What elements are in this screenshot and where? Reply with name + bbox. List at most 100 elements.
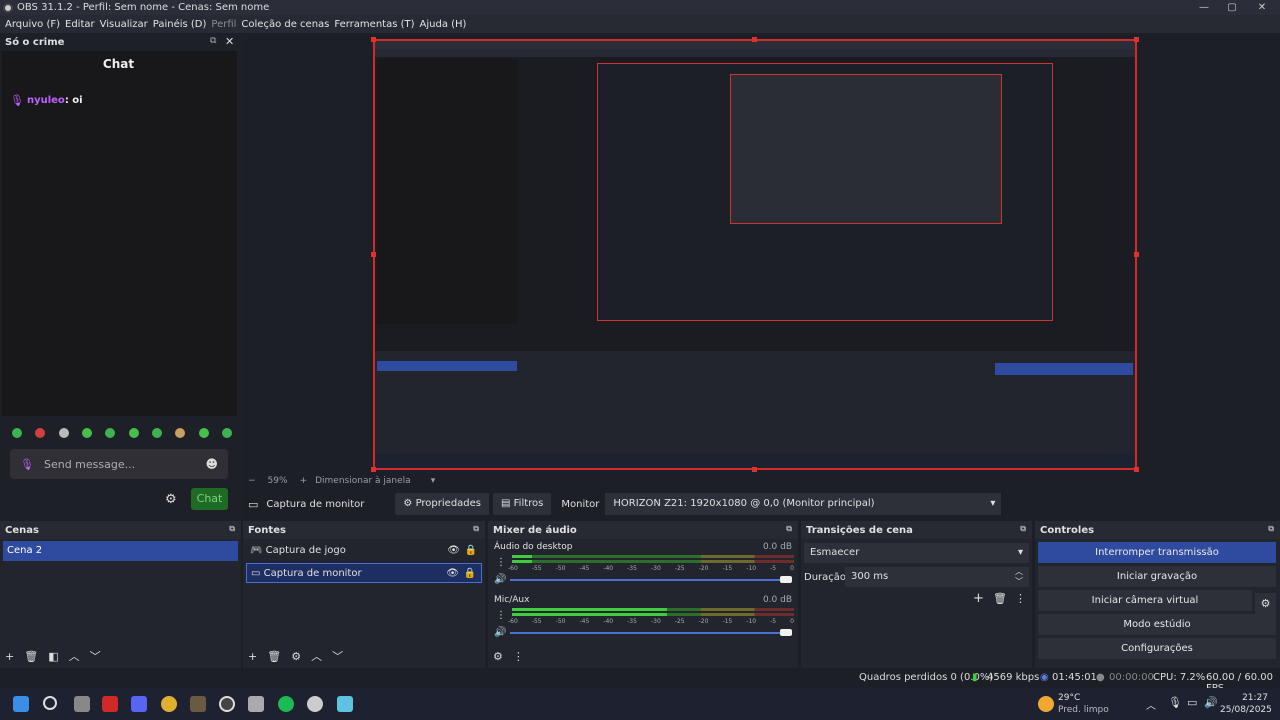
volume-icon[interactable]: 🔊 bbox=[1204, 696, 1218, 709]
emote-icon[interactable] bbox=[105, 428, 116, 438]
menu-scene-collection[interactable]: Coleção de cenas bbox=[241, 19, 329, 30]
channel-name: Áudio do desktop bbox=[494, 542, 573, 552]
move-up-icon[interactable]: ︿ bbox=[69, 648, 80, 664]
kebab-icon[interactable]: ⋮ bbox=[1015, 592, 1026, 605]
monitor-select[interactable]: HORIZON Z21: 1920x1080 @ 0,0 (Monitor pr… bbox=[605, 493, 1002, 515]
duration-spinbox[interactable]: 300 ms ︿ ﹀ bbox=[845, 567, 1029, 587]
stop-streaming-button[interactable]: Interromper transmissão bbox=[1038, 542, 1276, 563]
settings-button[interactable]: Configurações bbox=[1038, 638, 1276, 659]
menu-docks[interactable]: Painéis (D) bbox=[153, 19, 207, 30]
weather-icon[interactable] bbox=[1038, 696, 1054, 712]
studio-mode-button[interactable]: Modo estúdio bbox=[1038, 614, 1276, 635]
app-icon[interactable] bbox=[307, 696, 323, 712]
emote-icon[interactable] bbox=[151, 428, 162, 438]
close-button[interactable]: ✕ bbox=[1248, 0, 1276, 15]
trash-icon[interactable]: 🗑 bbox=[993, 592, 1007, 605]
float-icon[interactable]: ⧉ bbox=[1268, 524, 1274, 534]
advanced-audio-icon[interactable]: ⚙ bbox=[493, 650, 503, 663]
source-item[interactable]: ▭ Captura de monitor 👁 🔒 bbox=[246, 563, 482, 583]
maximize-button[interactable]: ▢ bbox=[1218, 0, 1246, 15]
eye-icon[interactable]: 👁 bbox=[447, 541, 460, 561]
search-icon[interactable] bbox=[43, 696, 57, 710]
volume-slider-knob[interactable] bbox=[780, 576, 792, 583]
move-down-icon[interactable]: ﹀ bbox=[90, 648, 101, 664]
trash-icon[interactable]: 🗑 bbox=[24, 650, 38, 663]
emoji-icon[interactable]: ☻ bbox=[205, 457, 218, 471]
chevron-down-icon[interactable]: ▾ bbox=[431, 476, 436, 486]
start-virtual-camera-button[interactable]: Iniciar câmera virtual bbox=[1038, 590, 1252, 611]
emote-icon[interactable] bbox=[198, 428, 209, 438]
gear-icon[interactable]: ⚙ bbox=[1255, 593, 1276, 614]
add-icon[interactable]: + bbox=[248, 650, 257, 663]
float-icon[interactable]: ⧉ bbox=[229, 524, 235, 534]
spotify-icon[interactable] bbox=[278, 696, 294, 712]
chat-send-button[interactable]: Chat bbox=[191, 488, 228, 510]
monitor-icon[interactable]: ▭ bbox=[1187, 696, 1197, 709]
emote-icon[interactable] bbox=[128, 428, 139, 438]
zoom-out-button[interactable]: − bbox=[248, 476, 256, 486]
chevron-down-icon[interactable]: ﹀ bbox=[1015, 572, 1023, 592]
chat-username[interactable]: nyuleo bbox=[27, 95, 65, 106]
trash-icon[interactable]: 🗑 bbox=[267, 650, 281, 663]
emote-icon[interactable] bbox=[81, 428, 92, 438]
float-icon[interactable]: ⧉ bbox=[473, 524, 479, 534]
amd-icon[interactable] bbox=[102, 696, 118, 712]
menu-profile[interactable]: Perfil bbox=[211, 19, 236, 30]
eye-icon[interactable]: 👁 bbox=[446, 564, 459, 584]
send-message-placeholder: Send message... bbox=[43, 457, 136, 471]
volume-slider-knob[interactable] bbox=[780, 629, 792, 636]
chrome-icon[interactable] bbox=[161, 696, 177, 712]
lock-icon[interactable]: 🔒 bbox=[465, 541, 477, 561]
emote-icon[interactable] bbox=[221, 428, 232, 438]
kebab-icon[interactable]: ⋮ bbox=[513, 650, 524, 663]
zoom-in-button[interactable]: + bbox=[300, 476, 308, 486]
menu-edit[interactable]: Editar bbox=[65, 19, 95, 30]
move-down-icon[interactable]: ﹀ bbox=[332, 648, 343, 664]
emote-icon[interactable] bbox=[12, 428, 22, 438]
microphone-icon[interactable]: 🎙 bbox=[1168, 696, 1182, 709]
emote-icon[interactable] bbox=[58, 428, 69, 438]
start-recording-button[interactable]: Iniciar gravação bbox=[1038, 566, 1276, 587]
float-icon[interactable]: ⧉ bbox=[1020, 524, 1026, 534]
volume-slider[interactable] bbox=[510, 579, 790, 581]
menu-view[interactable]: Visualizar bbox=[100, 19, 148, 30]
properties-button[interactable]: ⚙ Propriedades bbox=[395, 493, 490, 515]
gear-icon[interactable]: ⚙ bbox=[165, 492, 177, 507]
obs-icon[interactable] bbox=[219, 696, 235, 712]
speaker-icon[interactable]: 🔊 bbox=[494, 574, 506, 585]
tray-chevron-icon[interactable]: ︿ bbox=[1146, 697, 1156, 712]
send-message-input[interactable]: 🎙 Send message... ☻ bbox=[10, 449, 228, 479]
gear-icon[interactable]: ⚙ bbox=[291, 650, 301, 663]
emote-icon[interactable] bbox=[35, 428, 46, 438]
preview-capture[interactable] bbox=[373, 39, 1137, 470]
float-icon[interactable]: ⧉ bbox=[210, 36, 216, 46]
menu-file[interactable]: Arquivo (F) bbox=[5, 19, 60, 30]
clock-date[interactable]: 25/08/2025 bbox=[1220, 705, 1272, 715]
add-icon[interactable]: + bbox=[5, 650, 14, 663]
move-up-icon[interactable]: ︿ bbox=[311, 648, 322, 664]
kebab-icon[interactable]: ⋮ bbox=[496, 610, 506, 621]
app-icon[interactable] bbox=[190, 696, 206, 712]
minimize-button[interactable]: — bbox=[1190, 0, 1218, 15]
kebab-icon[interactable]: ⋮ bbox=[496, 557, 506, 568]
scene-item[interactable]: Cena 2 bbox=[3, 541, 238, 561]
notepad-icon[interactable] bbox=[337, 696, 353, 712]
transition-select[interactable]: Esmaecer ▾ bbox=[804, 543, 1029, 563]
menu-help[interactable]: Ajuda (H) bbox=[420, 19, 467, 30]
close-icon[interactable]: ✕ bbox=[225, 35, 234, 48]
discord-icon[interactable] bbox=[131, 696, 147, 712]
lock-icon[interactable]: 🔒 bbox=[464, 564, 476, 584]
windows-start-icon[interactable] bbox=[13, 696, 29, 712]
clock-time[interactable]: 21:27 bbox=[1228, 693, 1268, 703]
filters-icon[interactable]: ◧ bbox=[48, 650, 58, 663]
menu-tools[interactable]: Ferramentas (T) bbox=[334, 19, 414, 30]
filters-button[interactable]: ▤ Filtros bbox=[493, 493, 552, 515]
float-icon[interactable]: ⧉ bbox=[786, 524, 792, 534]
emote-icon[interactable] bbox=[175, 428, 186, 438]
source-item[interactable]: 🎮 Captura de jogo 👁 🔒 bbox=[246, 541, 482, 561]
task-view-icon[interactable] bbox=[74, 696, 90, 712]
store-icon[interactable] bbox=[248, 696, 264, 712]
speaker-icon[interactable]: 🔊 bbox=[494, 627, 506, 638]
volume-slider[interactable] bbox=[510, 632, 790, 634]
add-icon[interactable]: + bbox=[973, 591, 984, 606]
